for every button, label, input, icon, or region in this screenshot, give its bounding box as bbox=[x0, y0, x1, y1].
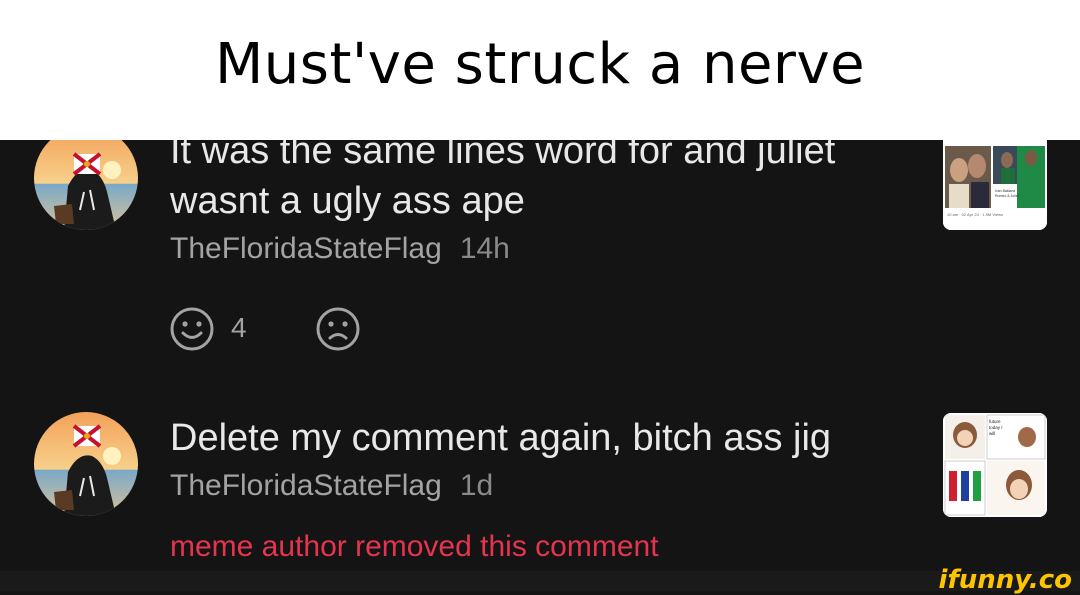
sad-reaction-button[interactable] bbox=[314, 305, 362, 358]
meme-thumbnail[interactable]: future today I will bbox=[943, 413, 1047, 517]
smile-icon bbox=[170, 307, 214, 351]
comment-meta: TheFloridaStateFlag 14h bbox=[170, 232, 510, 266]
avatar[interactable] bbox=[34, 412, 138, 516]
avatar[interactable] bbox=[34, 140, 138, 230]
sad-icon bbox=[316, 307, 360, 351]
comment-age: 14h bbox=[459, 232, 510, 265]
comment-text: It was the same lines word for and julie… bbox=[170, 140, 836, 172]
svg-text:future: future bbox=[989, 419, 1001, 424]
meme-thumbnail[interactable]: They are rewriting history in front of o… bbox=[943, 140, 1047, 230]
svg-text:10 am · 02 Apr 24 · 1.9M Views: 10 am · 02 Apr 24 · 1.9M Views bbox=[947, 212, 1003, 217]
svg-text:will: will bbox=[989, 431, 995, 436]
comment-screenshot: It was the same lines word for and julie… bbox=[0, 140, 1080, 571]
comment-meta: TheFloridaStateFlag 1d bbox=[170, 469, 493, 503]
comment-age: 1d bbox=[459, 469, 494, 502]
author-name[interactable]: TheFloridaStateFlag bbox=[170, 469, 442, 502]
smile-reaction-button[interactable] bbox=[168, 305, 216, 358]
svg-text:Ivan Bakland: Ivan Bakland bbox=[995, 189, 1015, 193]
comment-text: wasnt a ugly ass ape bbox=[170, 180, 525, 222]
comment-text: Delete my comment again, bitch ass jig bbox=[170, 417, 832, 459]
meme-caption: Must've struck a nerve bbox=[0, 0, 1080, 140]
removed-notice: meme author removed this comment bbox=[170, 530, 659, 563]
author-name[interactable]: TheFloridaStateFlag bbox=[170, 232, 442, 265]
svg-text:today I: today I bbox=[989, 425, 1003, 430]
caption-text: Must've struck a nerve bbox=[214, 31, 866, 97]
footer-bar bbox=[0, 571, 1080, 591]
svg-text:Romeo & Juliet: Romeo & Juliet bbox=[995, 194, 1019, 198]
smile-count: 4 bbox=[231, 312, 247, 343]
